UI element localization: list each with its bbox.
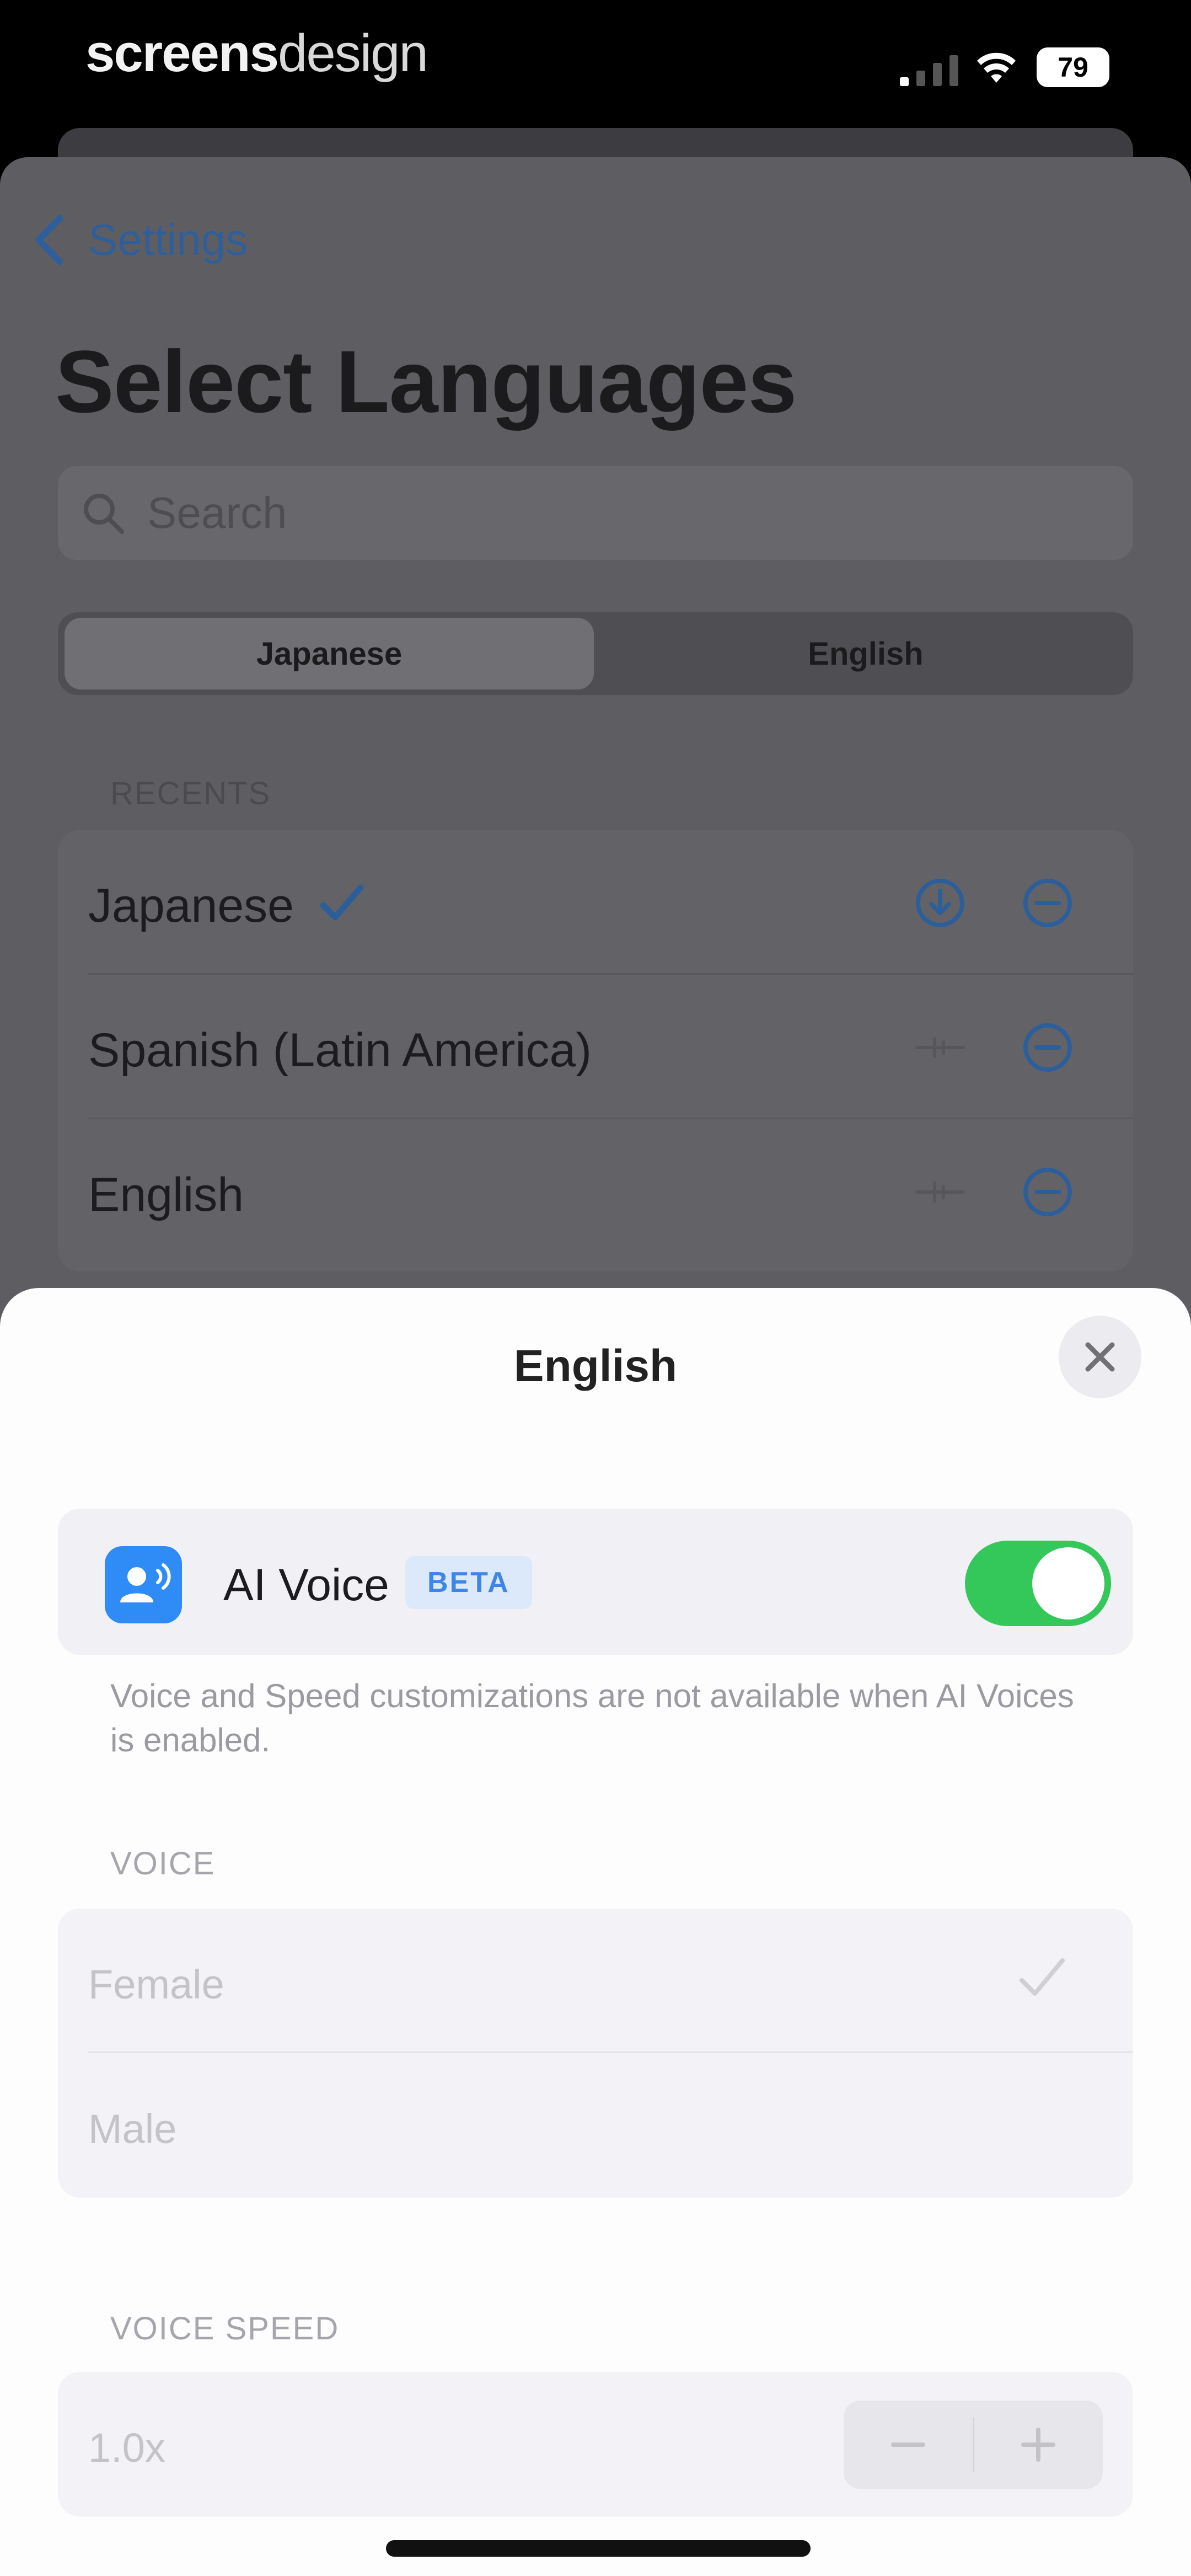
list-item-spanish[interactable]: Spanish (Latin America) bbox=[58, 975, 1133, 1119]
back-label: Settings bbox=[88, 215, 248, 264]
voice-speed-row: 1.0x bbox=[58, 2372, 1133, 2516]
remove-icon[interactable] bbox=[1020, 1164, 1075, 1220]
ai-voice-app-icon bbox=[105, 1546, 182, 1623]
decrease-speed-button[interactable] bbox=[844, 2401, 973, 2489]
waveform-icon bbox=[915, 1182, 965, 1203]
beta-badge: BETA bbox=[405, 1556, 532, 1609]
remove-icon[interactable] bbox=[1020, 1020, 1075, 1075]
waveform-icon bbox=[915, 1037, 965, 1058]
checkmark-icon bbox=[1020, 1958, 1065, 1996]
segment-english[interactable]: English bbox=[601, 618, 1130, 690]
list-item-japanese[interactable]: Japanese bbox=[58, 830, 1133, 975]
chevron-left-icon bbox=[35, 215, 63, 265]
language-label: Japanese bbox=[88, 879, 294, 932]
search-placeholder: Search bbox=[147, 488, 287, 537]
status-bar: screensdesign 79 bbox=[0, 0, 1191, 121]
ai-voice-toggle[interactable] bbox=[965, 1541, 1111, 1626]
page-title: Select Languages bbox=[55, 332, 797, 431]
recents-header: RECENTS bbox=[110, 776, 271, 811]
ai-voice-label: AI Voice bbox=[223, 1560, 389, 1610]
close-icon bbox=[1085, 1342, 1115, 1372]
toggle-knob bbox=[1032, 1547, 1104, 1620]
person-voice-icon bbox=[120, 1563, 171, 1602]
plus-icon bbox=[1021, 2428, 1055, 2462]
minus-icon bbox=[891, 2443, 925, 2447]
watermark-logo: screensdesign bbox=[85, 24, 428, 83]
sheet-title: English bbox=[513, 1341, 678, 1391]
voice-header: VOICE bbox=[110, 1846, 216, 1882]
voice-option-label: Male bbox=[88, 2106, 177, 2152]
list-item-english[interactable]: English bbox=[58, 1119, 1133, 1264]
voice-speed-value: 1.0x bbox=[88, 2425, 165, 2471]
download-icon[interactable] bbox=[913, 875, 968, 931]
voice-option-label: Female bbox=[88, 1962, 224, 2007]
voice-speed-stepper bbox=[844, 2401, 1103, 2489]
voice-options-list: Female Male bbox=[58, 1909, 1133, 2198]
checkmark-icon bbox=[320, 884, 364, 921]
increase-speed-button[interactable] bbox=[974, 2401, 1103, 2489]
voice-speed-header: VOICE SPEED bbox=[110, 2311, 340, 2347]
segment-japanese[interactable]: Japanese bbox=[65, 618, 594, 690]
wifi-icon bbox=[977, 52, 1016, 83]
search-input[interactable]: Search bbox=[58, 466, 1133, 560]
language-label: Spanish (Latin America) bbox=[88, 1024, 592, 1077]
back-button[interactable]: Settings bbox=[33, 210, 248, 270]
remove-icon[interactable] bbox=[1020, 875, 1075, 931]
voice-option-female[interactable]: Female bbox=[58, 1909, 1133, 2053]
home-indicator[interactable] bbox=[386, 2540, 811, 2557]
language-settings-sheet: English AI Voice BETA Voice and Speed cu… bbox=[0, 1288, 1191, 2576]
search-icon bbox=[84, 494, 124, 534]
battery-indicator: 79 bbox=[1037, 47, 1109, 87]
language-segmented-control: Japanese English bbox=[58, 612, 1133, 695]
ai-voice-footnote: Voice and Speed customizations are not a… bbox=[110, 1677, 1074, 1759]
ai-voice-row: AI Voice BETA bbox=[58, 1509, 1133, 1655]
language-label: English bbox=[88, 1168, 244, 1221]
cellular-signal-icon bbox=[900, 55, 958, 86]
voice-option-male[interactable]: Male bbox=[58, 2053, 1133, 2198]
recents-list: Japanese Spanish (Latin America) English bbox=[58, 830, 1133, 1271]
close-button[interactable] bbox=[1059, 1316, 1141, 1398]
